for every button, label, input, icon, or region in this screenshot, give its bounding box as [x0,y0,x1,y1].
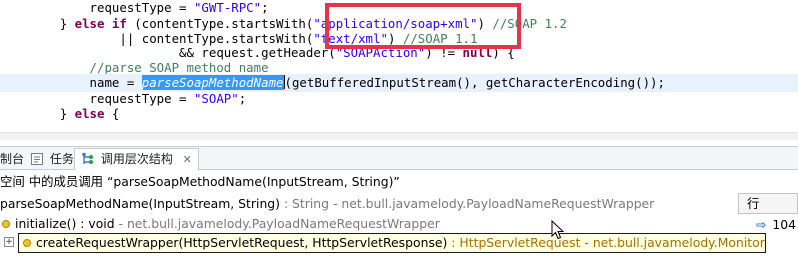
selected-method-name: parseSoapMethodName [141,75,284,90]
method-icon [2,220,10,228]
code-token: else if [74,16,127,31]
code-token: } [59,106,75,121]
tooltip-method: createRequestWrapper(HttpServletRequest,… [36,235,448,250]
method-icon [23,239,31,247]
tab-console[interactable]: 制台 [0,149,24,169]
code-token: ) [477,16,493,31]
code-token: ) { [492,45,515,60]
mouse-pointer-icon [551,220,565,240]
tooltip-hover-label: createRequestWrapper(HttpServletRequest,… [18,233,766,253]
code-token: } [59,16,75,31]
code-token: && request.getHeader( [179,45,336,60]
code-token: "application/soap+xml" [313,16,478,31]
code-token: //SOAP 1.2 [492,16,567,31]
tab-call-hierarchy[interactable]: 调用层次结构 ✕ [74,148,199,170]
tasks-icon [30,152,44,172]
line-column-header[interactable]: 行 [738,193,798,214]
tree-row-initialize[interactable]: initialize() : void - net.bull.javamelod… [2,214,440,234]
code-token: "SOAP" [193,91,239,106]
bottom-strip [0,254,798,258]
tab-tasks[interactable]: 任务 [30,149,74,169]
tree-row-line-number: ⇨ 104 [756,215,796,235]
tree-row-method: initialize() : void [15,216,115,231]
code-token: "GWT-RPC" [193,0,262,15]
tab-console-label: 制台 [0,152,25,166]
code-token: (contentType.startsWith( [126,16,314,31]
root-detail: : String - net.bull.javamelody.PayloadNa… [280,196,655,211]
hierarchy-root-row[interactable]: parseSoapMethodName(InputStream, String)… [0,193,740,214]
code-token: //parse SOAP method name [89,60,269,75]
code-token: "SOAPAction" [335,45,426,60]
code-token: requestType = [89,91,194,106]
code-token: null [462,45,493,60]
code-token: ; [261,0,269,15]
editor-horizontal-scrollbar[interactable] [0,132,798,140]
tree-row-qualifier: - net.bull.javamelody.PayloadNameRequest… [114,216,440,231]
call-hierarchy-icon [81,152,95,172]
tab-call-hierarchy-label: 调用层次结构 [100,152,173,166]
code-token: name = [89,75,142,90]
call-hierarchy-caption: 空间 中的成员调用 “parseSoapMethodName(InputStre… [0,174,400,189]
tooltip-type: : HttpServletRequest - net.bull.javamelo… [451,235,765,250]
close-icon[interactable]: ✕ [183,153,192,166]
root-signature: parseSoapMethodName(InputStream, String) [0,196,280,211]
tree-expand-toggle[interactable]: + [4,237,14,247]
code-editor[interactable]: requestType = "GWT-RPC"; } else if (cont… [0,0,798,140]
tab-tasks-label: 任务 [49,152,74,166]
code-token: ; [238,91,247,106]
jump-arrow-icon[interactable]: ⇨ [756,217,766,232]
code-token: (getBufferedInputStream(), getCharacterE… [284,75,665,90]
view-tab-bar: 制台 任务 调用层次结构 ✕ [0,146,798,170]
code-token: ) != [425,45,463,60]
code-token: else [74,106,105,121]
code-line[interactable]: } else { [0,105,120,123]
code-token: requestType = [89,0,194,15]
code-token: { [104,106,120,121]
line-number-value: 104 [772,217,797,232]
